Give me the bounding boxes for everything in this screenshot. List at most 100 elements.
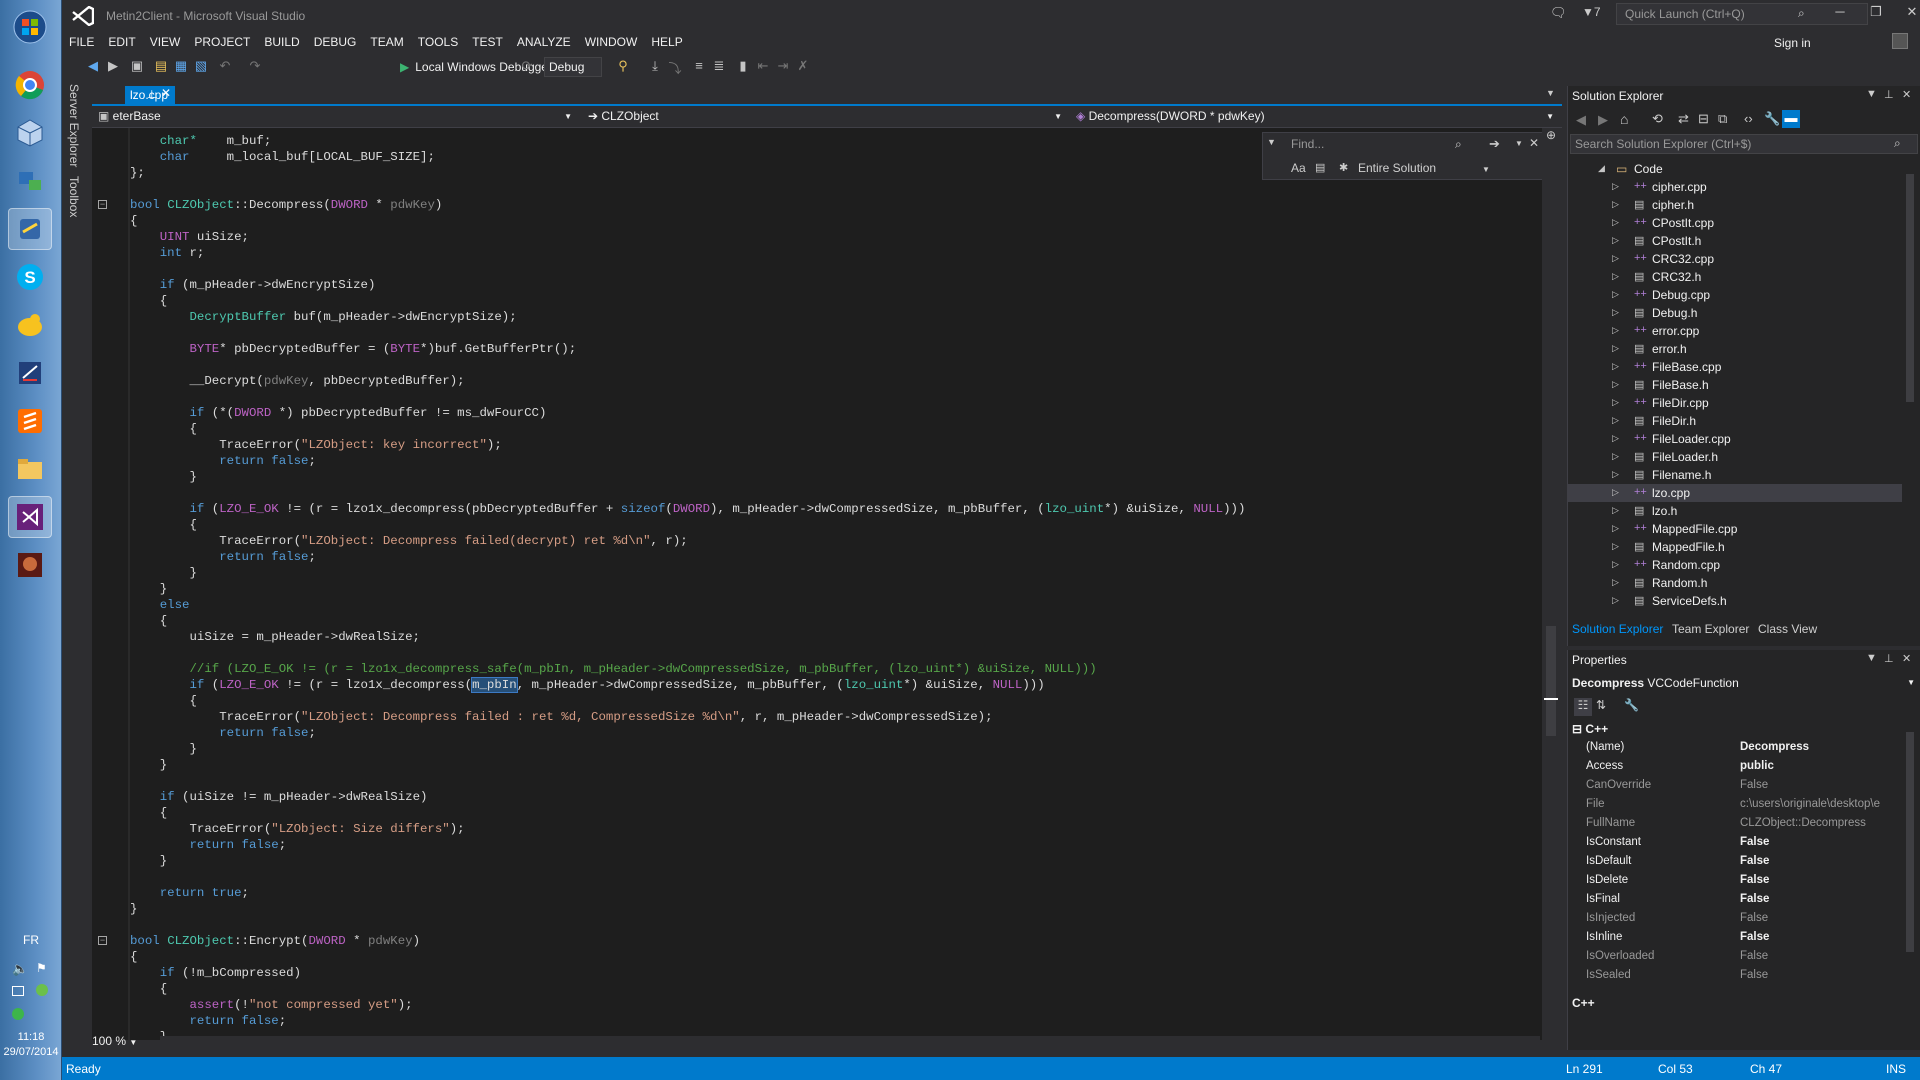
collapsed-arrow-icon[interactable]: ▷ <box>1612 181 1619 192</box>
file-explorer-icon[interactable] <box>8 448 52 490</box>
categorized-icon[interactable]: ☷ <box>1574 698 1592 716</box>
search-icon[interactable]: ⌕ <box>1894 136 1901 151</box>
menu-debug[interactable]: DEBUG <box>307 32 364 52</box>
chrome-icon[interactable] <box>8 64 52 106</box>
collapsed-arrow-icon[interactable]: ▷ <box>1612 217 1619 228</box>
tab-class-view[interactable]: Class View <box>1758 622 1817 636</box>
next-bookmark-icon[interactable]: ⇥ <box>774 58 792 76</box>
property-scrollbar[interactable] <box>1904 720 1916 980</box>
tree-file-item[interactable]: ▷ ▤ Random.h <box>1568 574 1902 592</box>
scroll-thumb[interactable] <box>1546 626 1556 736</box>
tree-scrollbar[interactable] <box>1904 160 1916 610</box>
save-icon[interactable]: ▦ <box>172 58 190 76</box>
property-row[interactable]: IsConstant False <box>1568 834 1902 853</box>
python-app-icon[interactable] <box>8 208 52 250</box>
close-panel-icon[interactable]: ✕ <box>1902 88 1911 101</box>
start-debugging-button[interactable]: ▶Local Windows Debugger▼ <box>400 57 566 77</box>
forward-icon[interactable]: ▶ <box>1598 112 1608 128</box>
tree-file-item[interactable]: ▷ ▤ Debug.h <box>1568 304 1902 322</box>
find-in-files-icon[interactable]: ⚲ <box>614 58 632 76</box>
property-row[interactable]: IsDefault False <box>1568 853 1902 872</box>
find-scope-dropdown[interactable]: Entire Solution ▼ <box>1358 161 1490 175</box>
collapse-region-icon[interactable]: − <box>98 936 107 945</box>
back-icon[interactable]: ◀ <box>1576 112 1586 128</box>
game-client-icon[interactable] <box>8 544 52 586</box>
property-row[interactable]: Access public <box>1568 758 1902 777</box>
menu-build[interactable]: BUILD <box>257 32 306 52</box>
solution-configuration-select[interactable]: Debug <box>544 57 602 77</box>
bookmark-icon[interactable]: ▮ <box>734 58 752 76</box>
zoom-select[interactable]: 100 % ▼ <box>92 1034 152 1052</box>
collapsed-arrow-icon[interactable]: ▷ <box>1612 505 1619 516</box>
property-row[interactable]: IsInline False <box>1568 929 1902 948</box>
match-case-icon[interactable]: Aa <box>1291 161 1306 175</box>
close-find-icon[interactable]: ✕ <box>1529 136 1539 150</box>
find-next-icon[interactable]: ⌕ <box>1455 137 1462 152</box>
sign-in-link[interactable]: Sign in <box>1774 36 1811 50</box>
collapsed-arrow-icon[interactable]: ▷ <box>1612 271 1619 282</box>
refresh-icon[interactable]: ⟳ <box>518 58 536 76</box>
property-row[interactable]: IsInjected False <box>1568 910 1902 929</box>
collapsed-arrow-icon[interactable]: ▷ <box>1612 343 1619 354</box>
property-row[interactable]: IsFinal False <box>1568 891 1902 910</box>
menu-project[interactable]: PROJECT <box>187 32 257 52</box>
tree-file-item[interactable]: ▷ ++ Random.cpp <box>1568 556 1902 574</box>
find-input[interactable]: Find... <box>1287 136 1447 154</box>
uncomment-icon[interactable]: ≣ <box>710 58 728 76</box>
collapse-region-icon[interactable]: − <box>98 200 107 209</box>
navigate-back-icon[interactable]: ◀ <box>84 58 102 76</box>
close-panel-icon[interactable]: ✕ <box>1902 652 1911 665</box>
server-explorer-tab[interactable]: Server Explorer <box>67 84 81 167</box>
regex-icon[interactable]: ✱ <box>1339 161 1348 174</box>
scroll-thumb[interactable] <box>1906 174 1914 402</box>
pin-panel-icon[interactable]: ⊥ <box>1884 88 1894 101</box>
tree-file-item[interactable]: ▷ ++ FileLoader.cpp <box>1568 430 1902 448</box>
collapsed-arrow-icon[interactable]: ▷ <box>1612 307 1619 318</box>
collapsed-arrow-icon[interactable]: ▷ <box>1612 397 1619 408</box>
menu-view[interactable]: VIEW <box>143 32 188 52</box>
collapsed-arrow-icon[interactable]: ▷ <box>1612 577 1619 588</box>
feedback-icon[interactable]: 🗨 <box>1550 5 1567 21</box>
collapsed-arrow-icon[interactable]: ▷ <box>1612 415 1619 426</box>
tree-file-item[interactable]: ▷ ▤ CPostIt.h <box>1568 232 1902 250</box>
step-over-icon[interactable]: ⤵ <box>666 58 684 76</box>
sublime-icon[interactable] <box>8 400 52 442</box>
property-row[interactable]: IsSealed False <box>1568 967 1902 986</box>
property-row[interactable]: IsOverloaded False <box>1568 948 1902 967</box>
home-icon[interactable]: ⌂ <box>1620 111 1628 127</box>
step-icon[interactable]: ⤓ <box>646 58 664 76</box>
pin-tab-icon[interactable]: ⊥ <box>147 88 157 101</box>
tab-team-explorer[interactable]: Team Explorer <box>1672 622 1749 636</box>
panel-menu-icon[interactable]: ▼ <box>1866 88 1877 100</box>
collapsed-arrow-icon[interactable]: ▷ <box>1612 541 1619 552</box>
redo-icon[interactable]: ↷ <box>246 58 264 76</box>
tree-file-item[interactable]: ▷ ++ FileDir.cpp <box>1568 394 1902 412</box>
account-avatar-icon[interactable] <box>1892 33 1908 49</box>
start-button[interactable] <box>8 6 52 48</box>
editor-app-icon[interactable] <box>8 352 52 394</box>
menu-window[interactable]: WINDOW <box>578 32 645 52</box>
tree-file-item[interactable]: ▷ ▤ FileBase.h <box>1568 376 1902 394</box>
project-dropdown[interactable]: ▣ eterBase ▼ <box>94 108 578 126</box>
close-window-button[interactable]: ✕ <box>1898 4 1920 26</box>
property-row[interactable]: CanOverride False <box>1568 777 1902 796</box>
property-row[interactable]: (Name) Decompress <box>1568 739 1902 758</box>
collapsed-arrow-icon[interactable]: ▷ <box>1612 559 1619 570</box>
clear-bookmarks-icon[interactable]: ✗ <box>794 58 812 76</box>
pin-panel-icon[interactable]: ⊥ <box>1884 652 1894 665</box>
undo-icon[interactable]: ↶ <box>216 58 234 76</box>
notifications-button[interactable]: ▼7 <box>1582 5 1601 19</box>
tree-file-item[interactable]: ▷ ▤ MappedFile.h <box>1568 538 1902 556</box>
menu-test[interactable]: TEST <box>465 32 510 52</box>
tree-file-item[interactable]: ▷ ++ lzo.cpp <box>1568 484 1902 502</box>
go-to-result-icon[interactable]: ➔ <box>1489 136 1500 152</box>
panel-menu-icon[interactable]: ▼ <box>1866 652 1877 664</box>
tree-file-item[interactable]: ▷ ++ Debug.cpp <box>1568 286 1902 304</box>
collapsed-arrow-icon[interactable]: ▷ <box>1612 379 1619 390</box>
property-category[interactable]: ⊟ C++ <box>1572 722 1608 736</box>
show-all-files-icon[interactable]: ⧉ <box>1718 111 1727 127</box>
preview-selected-icon[interactable]: ▬ <box>1782 110 1800 128</box>
tree-file-item[interactable]: ▷ ▤ CRC32.h <box>1568 268 1902 286</box>
menu-tools[interactable]: TOOLS <box>411 32 465 52</box>
search-icon[interactable]: ⌕ <box>1798 6 1805 21</box>
